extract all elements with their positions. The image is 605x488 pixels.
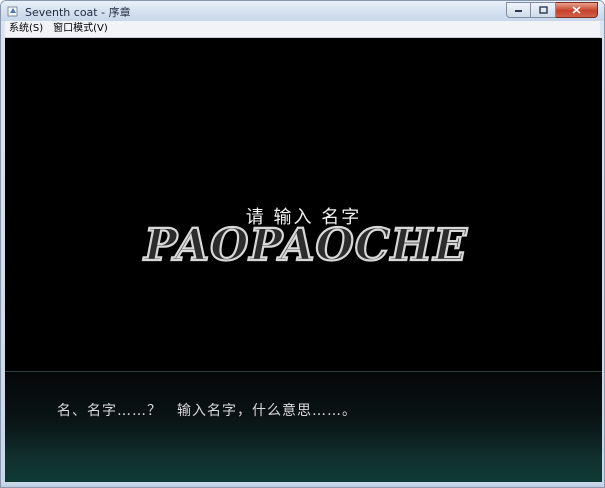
close-icon [572,6,581,14]
window-title: Seventh coat - 序章 [25,6,131,19]
watermark-logo: PAOPAOCHE [141,219,468,272]
game-screen[interactable]: 请 输入 名字 PAOPAOCHE 名、名字……？ 输入名字，什么意思……。 [5,38,602,482]
menu-system[interactable]: 系统(S) [5,21,49,37]
watermark-text: PAOPAOCHE [142,220,468,271]
menu-bar: 系统(S) 窗口模式(V) [5,21,600,38]
app-window: Seventh coat - 序章 系统(S) 窗口模式(V) 请 输入 名字 … [0,0,605,488]
minimize-icon [515,10,522,12]
minimize-button[interactable] [506,2,531,18]
window-bottom-frame [1,482,604,487]
dialog-text: 名、名字……？ 输入名字，什么意思……。 [57,403,357,419]
window-controls [506,2,598,18]
title-bar[interactable]: Seventh coat - 序章 [1,1,604,21]
menu-window-mode[interactable]: 窗口模式(V) [49,21,114,37]
maximize-button[interactable] [531,2,556,18]
app-icon [7,6,18,17]
maximize-icon [538,6,548,14]
dialog-box[interactable]: 名、名字……？ 输入名字，什么意思……。 [5,371,602,482]
close-button[interactable] [556,2,598,18]
